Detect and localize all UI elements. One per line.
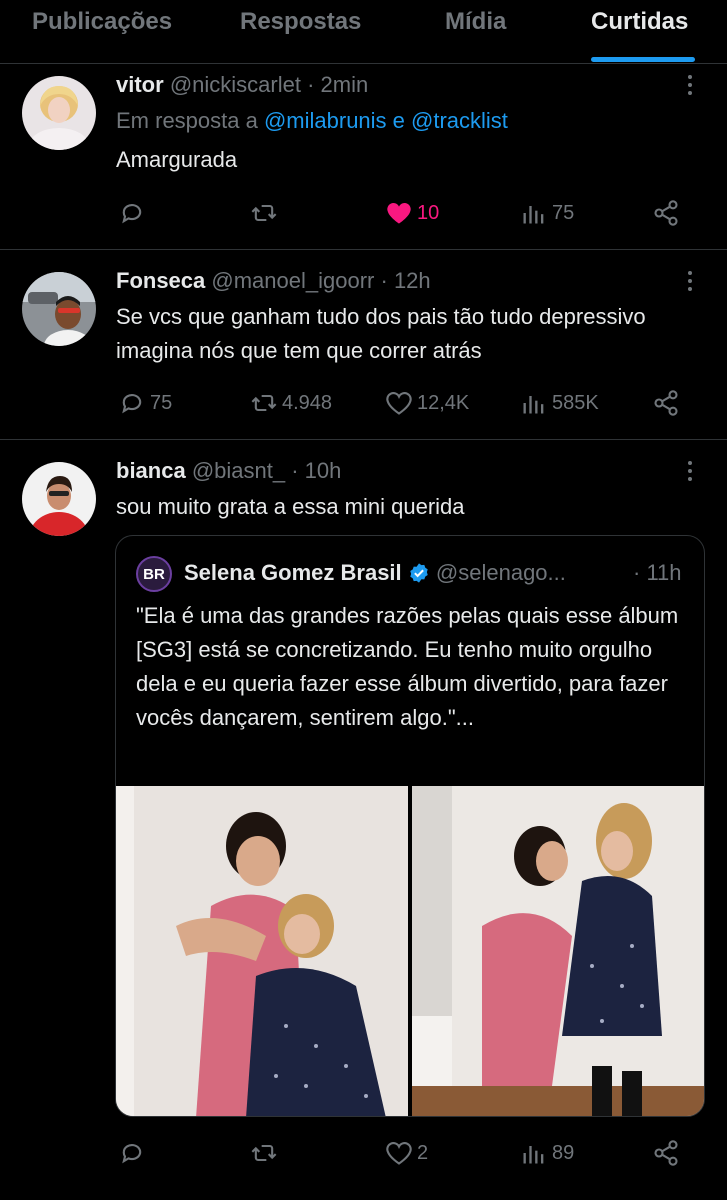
- tab-publicacoes[interactable]: Publicações: [32, 8, 172, 36]
- like-button[interactable]: 2: [385, 1138, 428, 1168]
- quoted-author-name: Selena Gomez Brasil: [184, 560, 402, 585]
- quoted-avatar: BR: [136, 556, 172, 592]
- heart-icon: [386, 392, 412, 415]
- repost-count: 4.948: [282, 391, 333, 414]
- views-button[interactable]: 89: [520, 1138, 574, 1168]
- views-button[interactable]: 75: [520, 198, 574, 228]
- heart-filled-icon: [387, 203, 411, 224]
- share-icon: [654, 390, 678, 416]
- author-name[interactable]: vitor: [116, 72, 164, 97]
- post-text: Se vcs que ganham tudo dos pais tão tudo…: [116, 304, 646, 363]
- share-button[interactable]: [652, 1138, 680, 1168]
- tab-respostas[interactable]: Respostas: [240, 8, 361, 36]
- share-icon: [654, 200, 678, 226]
- avatar[interactable]: [22, 76, 96, 150]
- quoted-post-text: "Ela é uma das grandes razões pelas quai…: [136, 603, 679, 730]
- views-icon: [523, 206, 544, 224]
- author-name[interactable]: Fonseca: [116, 268, 205, 293]
- active-tab-indicator: [591, 57, 695, 62]
- tab-curtidas[interactable]: Curtidas: [591, 8, 688, 36]
- post-text: Amargurada: [116, 147, 238, 172]
- views-count: 585K: [552, 391, 599, 414]
- repost-icon: [251, 394, 277, 412]
- views-icon: [523, 396, 544, 414]
- reply-to-link[interactable]: @milabrunis e @tracklist: [264, 108, 508, 133]
- quoted-post[interactable]: BR Selena Gomez Brasil @selenago... · 11…: [115, 535, 705, 1117]
- like-count: 10: [417, 201, 440, 224]
- reply-button[interactable]: [118, 1138, 150, 1168]
- more-icon[interactable]: [683, 74, 697, 98]
- like-count: 12,4K: [417, 391, 470, 414]
- post-text: sou muito grata a essa mini querida: [116, 494, 465, 519]
- post[interactable]: vitor @nickiscarlet · 2min Em resposta a…: [0, 64, 727, 250]
- author-handle[interactable]: @biasnt_: [192, 458, 285, 483]
- reply-button[interactable]: [118, 198, 150, 228]
- author-handle[interactable]: @manoel_igoorr: [211, 268, 374, 293]
- reply-prefix: Em resposta a: [116, 108, 258, 133]
- post-time[interactable]: · 12h: [381, 268, 431, 293]
- profile-tabs: Publicações Respostas Mídia Curtidas: [0, 0, 727, 64]
- quoted-post-time: · 11h: [633, 560, 682, 585]
- more-icon[interactable]: [683, 270, 697, 294]
- avatar[interactable]: [22, 272, 96, 346]
- reply-icon: [122, 1144, 142, 1164]
- author-handle[interactable]: @nickiscarlet: [170, 72, 301, 97]
- author-name[interactable]: bianca: [116, 458, 186, 483]
- like-count: 2: [417, 1141, 429, 1164]
- reply-icon: [122, 204, 142, 224]
- repost-icon: [251, 204, 277, 222]
- quoted-author-handle: @selenago...: [435, 560, 566, 585]
- reply-count: 75: [150, 391, 173, 414]
- tab-midia[interactable]: Mídia: [445, 8, 506, 36]
- avatar[interactable]: [22, 462, 96, 536]
- reply-icon: [122, 394, 142, 414]
- more-icon[interactable]: [683, 460, 697, 484]
- post-time[interactable]: · 10h: [291, 458, 341, 483]
- share-button[interactable]: [652, 198, 680, 228]
- heart-icon: [386, 1142, 412, 1165]
- quoted-photo-2[interactable]: [412, 786, 704, 1116]
- like-button[interactable]: 10: [385, 198, 439, 228]
- share-button[interactable]: [652, 388, 680, 418]
- repost-button[interactable]: [250, 198, 282, 228]
- quoted-photo-1[interactable]: [116, 786, 408, 1116]
- reply-button[interactable]: 75: [118, 388, 172, 418]
- verified-badge-icon: [410, 563, 428, 583]
- views-button[interactable]: 585K: [520, 388, 599, 418]
- repost-icon: [251, 1144, 277, 1162]
- repost-button[interactable]: 4.948: [250, 388, 332, 418]
- views-count: 89: [552, 1141, 575, 1164]
- repost-button[interactable]: [250, 1138, 282, 1168]
- like-button[interactable]: 12,4K: [385, 388, 469, 418]
- post[interactable]: Fonseca @manoel_igoorr · 12h Se vcs que …: [0, 250, 727, 440]
- views-icon: [523, 1146, 544, 1164]
- views-count: 75: [552, 201, 575, 224]
- post-time[interactable]: · 2min: [307, 72, 368, 97]
- share-icon: [654, 1140, 678, 1166]
